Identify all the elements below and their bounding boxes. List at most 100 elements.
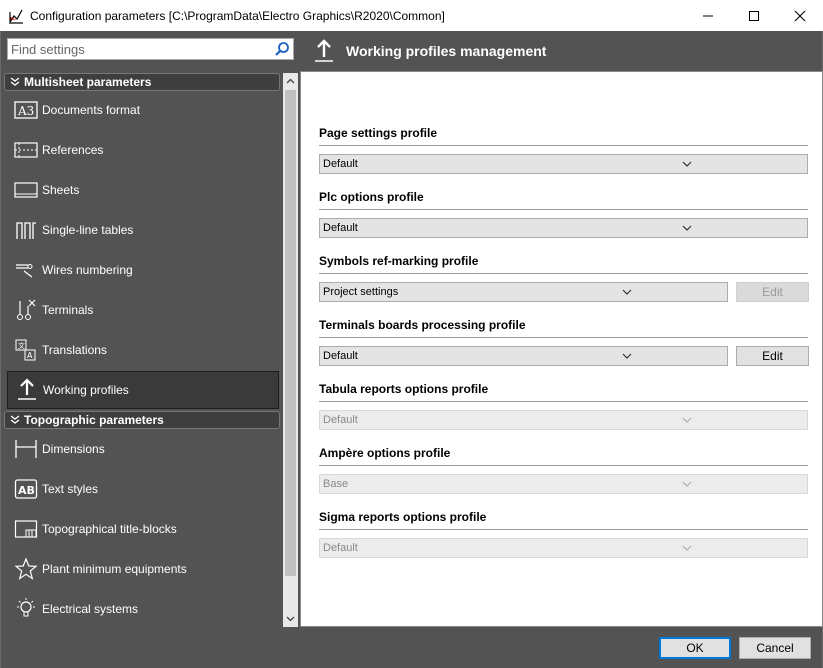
select-value: Base bbox=[323, 478, 349, 490]
page-header: Working profiles management bbox=[301, 31, 823, 71]
sidebar-item-label: Documents format bbox=[42, 103, 141, 117]
group-plc-options-profile: Plc options profile bbox=[319, 190, 808, 210]
terminals-boards-processing-profile-select[interactable]: Default bbox=[319, 346, 728, 366]
page-title: Working profiles management bbox=[346, 43, 547, 59]
select-value: Default bbox=[323, 158, 358, 170]
chevron-collapse-icon bbox=[10, 415, 20, 424]
group-tabula-reports-options-profile: Tabula reports options profile bbox=[319, 382, 808, 402]
a3-format-icon: A3 bbox=[14, 101, 38, 119]
select-value: Default bbox=[323, 414, 358, 426]
group-label: Ampère options profile bbox=[319, 446, 451, 460]
scroll-down-button[interactable] bbox=[283, 611, 298, 627]
divider bbox=[319, 529, 808, 530]
svg-text:AB: AB bbox=[18, 484, 35, 497]
sigma-reports-options-profile-select[interactable]: Default bbox=[319, 538, 808, 558]
sidebar-item-label: Dimensions bbox=[42, 442, 105, 456]
sidebar-item-references[interactable]: References bbox=[7, 131, 279, 169]
chevron-down-icon bbox=[622, 289, 632, 295]
group-page-settings-profile: Page settings profile bbox=[319, 126, 808, 146]
ok-button[interactable]: OK bbox=[659, 637, 731, 659]
close-icon bbox=[794, 10, 806, 21]
section-multisheet-parameters[interactable]: Multisheet parameters bbox=[4, 73, 280, 91]
section-topographic-parameters[interactable]: Topographic parameters bbox=[4, 411, 280, 429]
tabula-reports-options-profile-select[interactable]: Default bbox=[319, 410, 808, 430]
dimensions-icon bbox=[15, 440, 37, 458]
close-button[interactable] bbox=[777, 0, 823, 31]
select-value: Default bbox=[323, 222, 358, 234]
maximize-icon bbox=[749, 10, 759, 21]
sidebar-item-wires-numbering[interactable]: Wires numbering bbox=[7, 251, 279, 289]
chevron-down-icon bbox=[682, 417, 692, 423]
sidebar-item-text-styles[interactable]: AB Text styles bbox=[7, 470, 279, 508]
sidebar-item-label: Text styles bbox=[42, 482, 99, 496]
group-label: Sigma reports options profile bbox=[319, 510, 487, 524]
svg-text:文: 文 bbox=[18, 341, 25, 350]
group-terminals-boards-processing-profile: Terminals boards processing profile bbox=[319, 318, 808, 338]
group-label: Tabula reports options profile bbox=[319, 382, 489, 396]
minimize-icon bbox=[703, 15, 713, 16]
divider bbox=[319, 337, 808, 338]
group-sigma-reports-options-profile: Sigma reports options profile bbox=[319, 510, 808, 530]
divider bbox=[319, 401, 808, 402]
sidebar-item-dimensions[interactable]: Dimensions bbox=[7, 430, 279, 468]
chevron-down-icon bbox=[286, 616, 295, 622]
sidebar-item-label: Working profiles bbox=[43, 383, 129, 397]
search-field[interactable]: Find settings bbox=[7, 38, 294, 60]
divider bbox=[319, 209, 808, 210]
minimize-button[interactable] bbox=[685, 0, 731, 31]
scrollbar-thumb[interactable] bbox=[285, 90, 296, 576]
wires-numbering-icon bbox=[16, 264, 33, 278]
sidebar-item-sheets[interactable]: Sheets bbox=[7, 171, 279, 209]
plc-options-profile-select[interactable]: Default bbox=[319, 218, 808, 238]
sidebar-item-label: Wires numbering bbox=[42, 263, 133, 277]
sidebar-item-label: Translations bbox=[42, 343, 107, 357]
chevron-down-icon bbox=[682, 545, 692, 551]
sidebar-item-label: Terminals bbox=[42, 303, 94, 317]
chevron-up-icon bbox=[286, 78, 295, 84]
divider bbox=[319, 273, 808, 274]
symbols-ref-marking-edit-button[interactable]: Edit bbox=[736, 282, 809, 302]
window-title: Configuration parameters [C:\ProgramData… bbox=[30, 8, 445, 23]
group-label: Terminals boards processing profile bbox=[319, 318, 526, 332]
section-label: Multisheet parameters bbox=[24, 75, 152, 89]
title-blocks-icon bbox=[14, 520, 38, 538]
star-icon bbox=[14, 557, 38, 580]
ampere-options-profile-select[interactable]: Base bbox=[319, 474, 808, 494]
translations-icon: 文A bbox=[15, 339, 36, 361]
sidebar-item-working-profiles[interactable]: Working profiles bbox=[7, 371, 279, 409]
sidebar-item-plant-minimum-equipments[interactable]: Plant minimum equipments bbox=[7, 550, 279, 588]
chevron-down-icon bbox=[682, 161, 692, 167]
sheets-icon bbox=[14, 182, 38, 198]
sidebar-item-label: Single-line tables bbox=[42, 223, 134, 237]
upload-arrow-icon bbox=[18, 378, 36, 400]
lightbulb-icon bbox=[17, 598, 35, 617]
divider bbox=[319, 145, 808, 146]
search-icon[interactable] bbox=[274, 41, 290, 57]
sidebar-item-label: Topographical title-blocks bbox=[42, 522, 177, 536]
terminals-icon bbox=[17, 299, 36, 320]
text-styles-icon: AB bbox=[14, 479, 38, 499]
page-settings-profile-select[interactable]: Default bbox=[319, 154, 808, 174]
sidebar-item-label: Electrical systems bbox=[42, 602, 139, 616]
sidebar-item-terminals[interactable]: Terminals bbox=[7, 291, 279, 329]
sidebar-item-electrical-systems[interactable]: Electrical systems bbox=[7, 590, 279, 628]
symbols-ref-marking-profile-select[interactable]: Project settings bbox=[319, 282, 728, 302]
sidebar-item-label: Plant minimum equipments bbox=[42, 562, 187, 576]
terminals-boards-edit-button[interactable]: Edit bbox=[736, 346, 809, 366]
sidebar-item-translations[interactable]: 文A Translations bbox=[7, 331, 279, 369]
sidebar-item-label: References bbox=[42, 143, 104, 157]
sidebar: Multisheet parameters A3 Documents forma… bbox=[4, 71, 300, 627]
search-input[interactable]: Find settings bbox=[8, 42, 274, 57]
sidebar-item-single-line-tables[interactable]: Single-line tables bbox=[7, 211, 279, 249]
profiles-panel: Page settings profile Default Plc option… bbox=[300, 71, 823, 627]
sidebar-item-topographical-title-blocks[interactable]: Topographical title-blocks bbox=[7, 510, 279, 548]
svg-text:A3: A3 bbox=[17, 104, 34, 118]
section-label: Topographic parameters bbox=[24, 413, 164, 427]
chevron-down-icon bbox=[622, 353, 632, 359]
sidebar-scrollbar[interactable] bbox=[283, 73, 298, 627]
cancel-button[interactable]: Cancel bbox=[739, 637, 811, 659]
sidebar-item-documents-format[interactable]: A3 Documents format bbox=[7, 91, 279, 129]
maximize-button[interactable] bbox=[731, 0, 777, 31]
svg-text:A: A bbox=[27, 351, 33, 360]
scroll-up-button[interactable] bbox=[283, 73, 298, 89]
